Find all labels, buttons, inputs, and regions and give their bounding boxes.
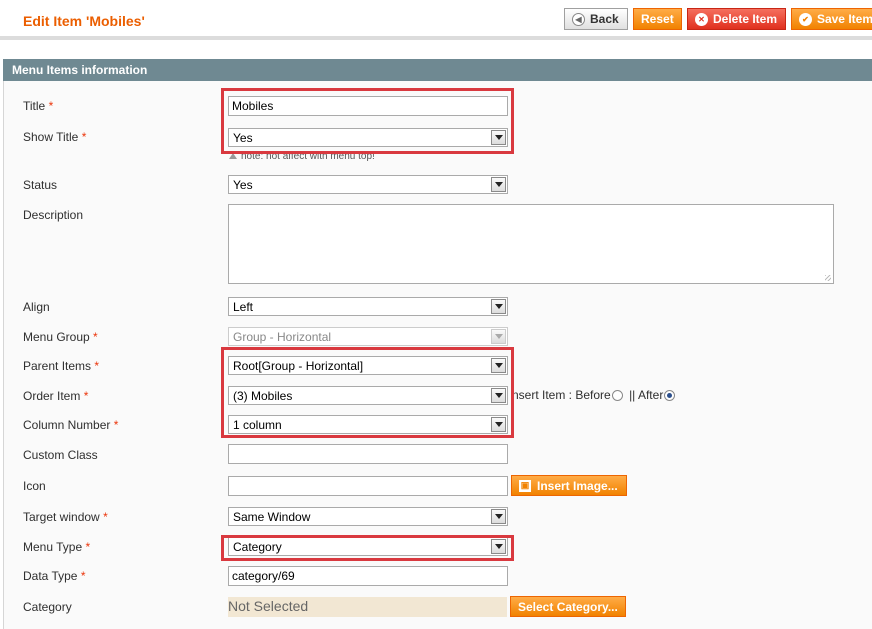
required-mark: *	[48, 99, 54, 113]
show-title-value: Yes	[233, 131, 253, 145]
page-title: Edit Item 'Mobiles'	[23, 13, 145, 29]
order-item-label: Order Item *	[23, 389, 88, 403]
target-window-label: Target window *	[23, 510, 108, 524]
required-mark: *	[113, 418, 119, 432]
chevron-down-icon	[491, 417, 506, 432]
parent-items-value: Root[Group - Horizontal]	[233, 359, 364, 373]
parent-items-select[interactable]: Root[Group - Horizontal]	[228, 356, 508, 375]
back-button-label: Back	[590, 12, 619, 26]
select-category-button[interactable]: Select Category...	[510, 596, 626, 617]
menu-group-label: Menu Group *	[23, 330, 98, 344]
icon-label: Icon	[23, 479, 46, 493]
title-input[interactable]	[228, 96, 508, 116]
chevron-down-icon	[491, 130, 506, 145]
menu-type-label: Menu Type *	[23, 540, 90, 554]
reset-button[interactable]: Reset	[633, 8, 682, 30]
chevron-down-icon	[491, 388, 506, 403]
chevron-down-icon	[491, 358, 506, 373]
required-mark: *	[85, 540, 91, 554]
icon-input[interactable]	[228, 476, 508, 496]
save-item-button[interactable]: ✔ Save Item	[791, 8, 872, 30]
column-number-label-text: Column Number	[23, 418, 111, 432]
required-mark: *	[81, 130, 87, 144]
back-button[interactable]: ◀ Back	[564, 8, 628, 30]
align-label: Align	[23, 300, 50, 314]
menu-type-value: Category	[233, 540, 282, 554]
show-title-label-text: Show Title	[23, 130, 79, 144]
parent-items-label-text: Parent Items	[23, 359, 92, 373]
save-button-label: Save Item	[816, 12, 872, 26]
data-type-label: Data Type *	[23, 569, 86, 583]
required-mark: *	[80, 569, 86, 583]
back-arrow-icon: ◀	[572, 12, 585, 26]
column-number-label: Column Number *	[23, 418, 118, 432]
target-window-select[interactable]: Same Window	[228, 507, 508, 526]
chevron-down-icon	[491, 509, 506, 524]
delete-x-icon: ✕	[695, 12, 708, 26]
reset-button-label: Reset	[641, 12, 674, 26]
chevron-down-icon	[491, 177, 506, 192]
note-text: note: not affect with menu top!	[241, 151, 375, 162]
checkmark-icon: ✔	[799, 12, 812, 26]
select-category-label: Select Category...	[518, 599, 618, 614]
menu-type-label-text: Menu Type	[23, 540, 83, 554]
chevron-down-icon	[491, 299, 506, 314]
status-select[interactable]: Yes	[228, 175, 508, 194]
menu-group-label-text: Menu Group	[23, 330, 90, 344]
data-type-input[interactable]	[228, 566, 508, 586]
insert-after-radio[interactable]	[664, 390, 676, 401]
show-title-note: note: not affect with menu top!	[229, 151, 375, 162]
description-textarea[interactable]	[228, 204, 834, 284]
resize-grip-icon[interactable]	[825, 275, 831, 281]
custom-class-label: Custom Class	[23, 448, 98, 462]
insert-image-label: Insert Image...	[537, 478, 618, 493]
target-window-label-text: Target window	[23, 510, 100, 524]
insert-before-radio[interactable]	[611, 390, 623, 401]
align-value: Left	[233, 300, 254, 314]
category-label: Category	[23, 600, 72, 614]
order-item-label-text: Order Item	[23, 389, 81, 403]
delete-item-button[interactable]: ✕ Delete Item	[687, 8, 786, 30]
insert-image-button[interactable]: ▣ Insert Image...	[511, 475, 627, 496]
column-number-value: 1 column	[233, 418, 282, 432]
title-label: Title *	[23, 99, 53, 113]
menu-group-select: Group - Horizontal	[228, 327, 508, 346]
insert-position-group: nsert Item : Before || After	[512, 388, 678, 402]
show-title-label: Show Title *	[23, 130, 86, 144]
insert-before-label: nsert Item : Before	[512, 388, 611, 402]
required-mark: *	[94, 359, 100, 373]
chevron-down-icon	[491, 329, 506, 344]
show-title-select[interactable]: Yes	[228, 128, 508, 147]
order-item-value: (3) Mobiles	[233, 389, 293, 403]
title-label-text: Title	[23, 99, 46, 113]
delete-button-label: Delete Item	[713, 12, 778, 26]
chevron-down-icon	[491, 539, 506, 554]
required-mark: *	[103, 510, 108, 524]
menu-group-value: Group - Horizontal	[233, 330, 332, 344]
required-mark: *	[93, 330, 98, 344]
parent-items-label: Parent Items *	[23, 359, 99, 373]
status-value: Yes	[233, 178, 253, 192]
status-label: Status	[23, 178, 58, 192]
data-type-label-text: Data Type	[23, 569, 78, 583]
note-arrow-icon	[229, 153, 237, 159]
category-value: Not Selected	[228, 597, 507, 617]
column-number-select[interactable]: 1 column	[228, 415, 508, 434]
image-icon: ▣	[519, 479, 531, 492]
order-item-select[interactable]: (3) Mobiles	[228, 386, 508, 405]
header-divider	[0, 36, 872, 40]
align-select[interactable]: Left	[228, 297, 508, 316]
description-label: Description	[23, 208, 84, 222]
section-header: Menu Items information	[3, 59, 872, 81]
insert-after-label: || After	[629, 388, 664, 402]
required-mark: *	[83, 389, 89, 403]
menu-type-select[interactable]: Category	[228, 537, 508, 556]
custom-class-input[interactable]	[228, 444, 508, 464]
target-window-value: Same Window	[233, 510, 311, 524]
